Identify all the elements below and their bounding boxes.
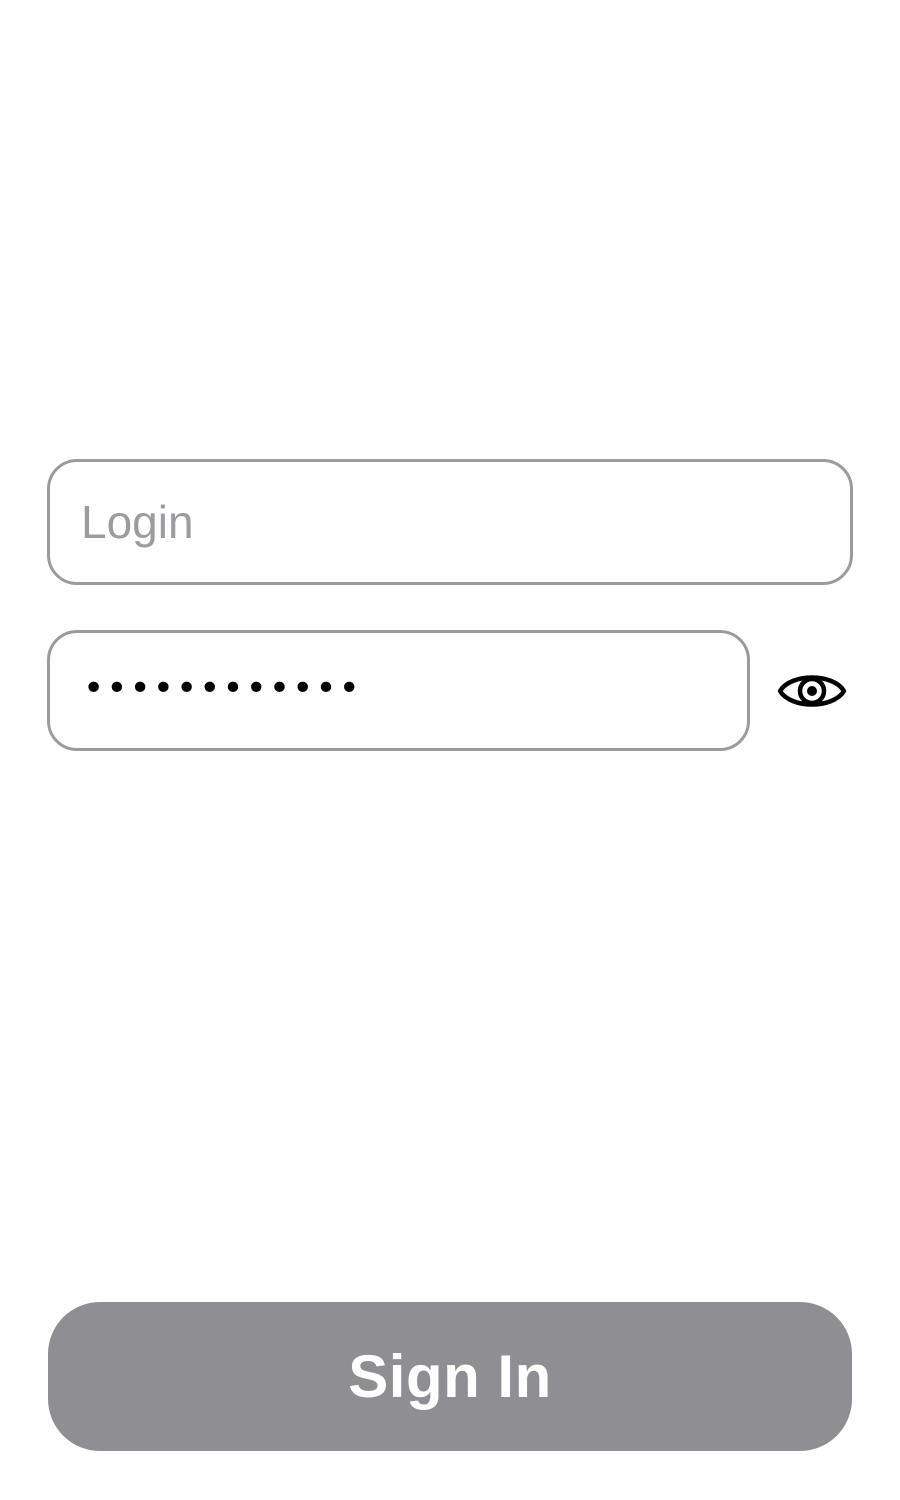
login-field[interactable]: Login xyxy=(47,459,853,585)
login-placeholder: Login xyxy=(81,496,194,548)
password-field[interactable]: •••••••••••• xyxy=(47,630,750,751)
show-password-button[interactable] xyxy=(776,664,848,718)
sign-in-button[interactable]: Sign In xyxy=(48,1302,852,1451)
eye-icon xyxy=(777,675,847,707)
password-masked-value: •••••••••••• xyxy=(83,667,362,709)
